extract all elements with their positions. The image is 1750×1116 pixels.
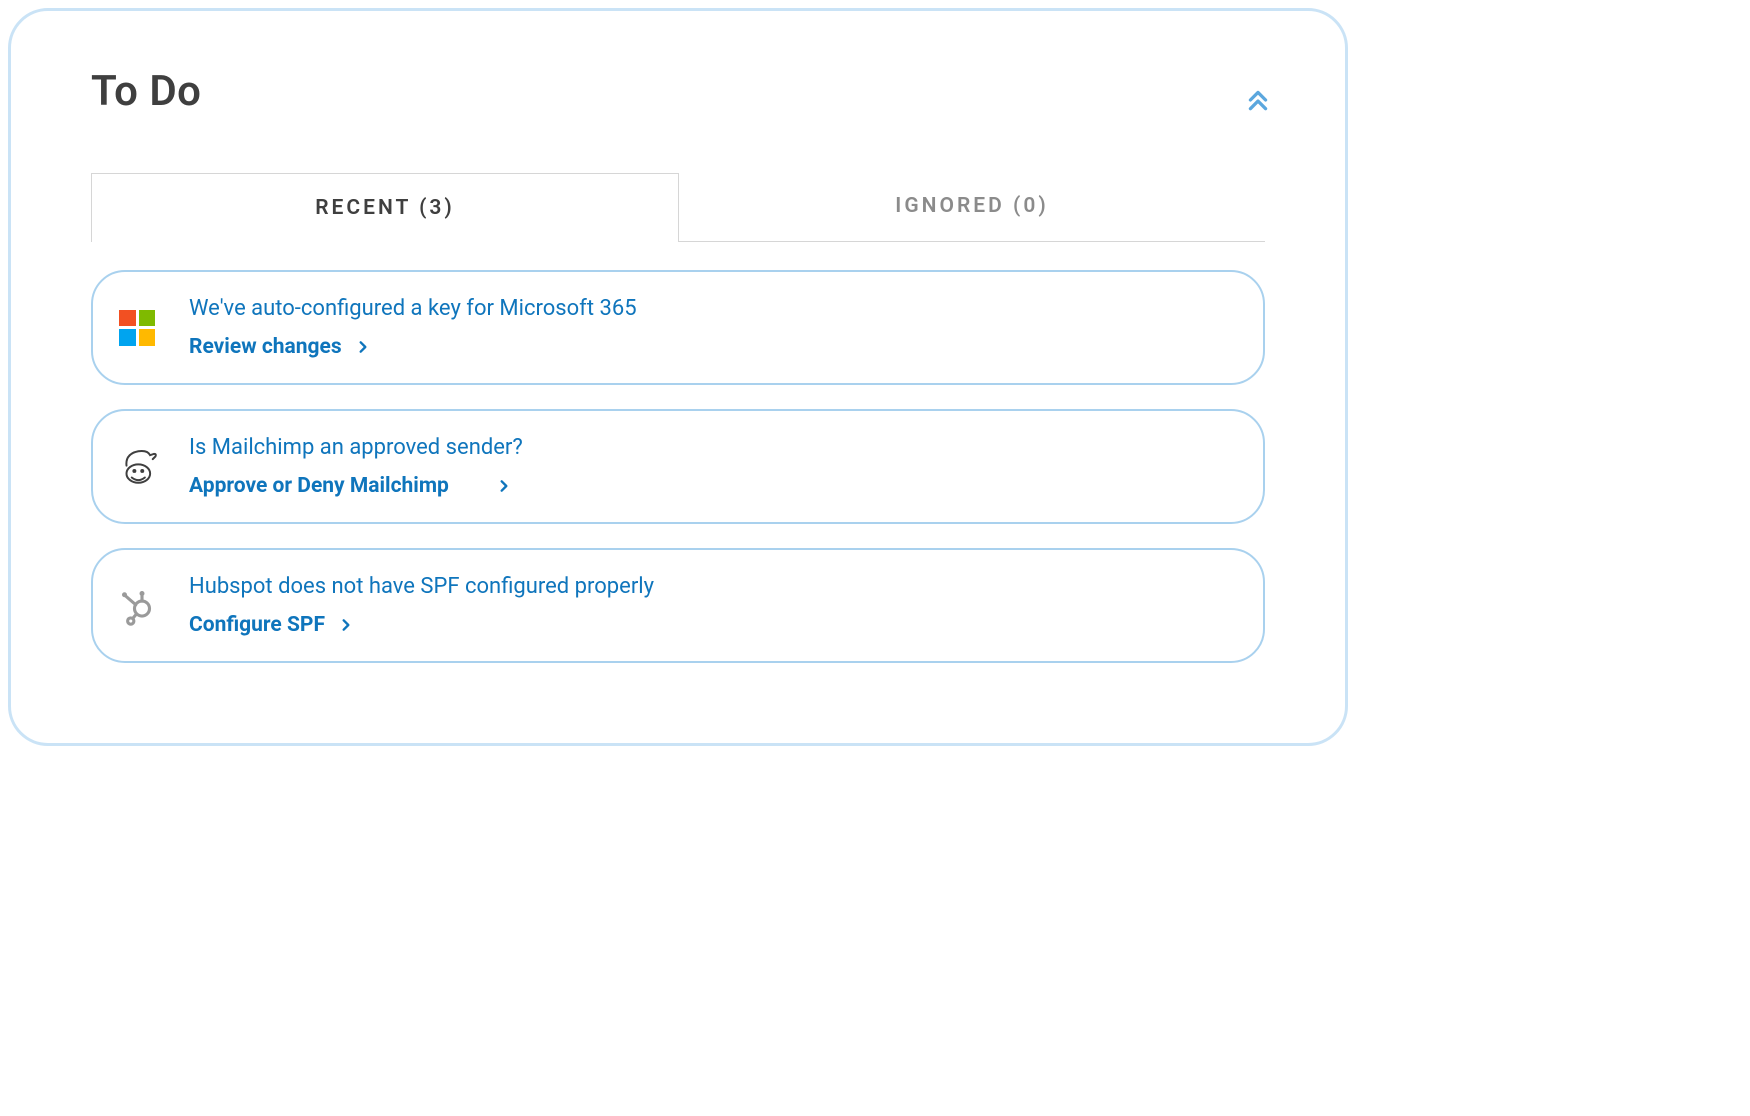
chevron-double-up-icon xyxy=(1245,87,1271,113)
hubspot-logo-icon xyxy=(117,586,157,626)
card-action-link[interactable]: Configure SPF xyxy=(189,613,353,637)
chevron-right-icon xyxy=(497,479,511,493)
collapse-button[interactable] xyxy=(1245,87,1271,113)
card-action-label: Configure SPF xyxy=(189,613,325,637)
card-body: Is Mailchimp an approved sender? Approve… xyxy=(189,435,1241,498)
todo-card[interactable]: We've auto-configured a key for Microsof… xyxy=(91,270,1265,385)
mailchimp-logo-icon xyxy=(116,446,158,488)
card-body: We've auto-configured a key for Microsof… xyxy=(189,296,1241,359)
card-title: Is Mailchimp an approved sender? xyxy=(189,435,1241,460)
card-action-link[interactable]: Review changes xyxy=(189,335,370,359)
card-title: Hubspot does not have SPF configured pro… xyxy=(189,574,1241,599)
card-body: Hubspot does not have SPF configured pro… xyxy=(189,574,1241,637)
tabs: RECENT (3) IGNORED (0) xyxy=(91,172,1265,242)
todo-panel: To Do RECENT (3) IGNORED (0) We've auto-… xyxy=(8,8,1348,746)
chevron-right-icon xyxy=(339,618,353,632)
mailchimp-icon xyxy=(115,445,159,489)
panel-title: To Do xyxy=(91,67,1265,116)
card-action-label: Review changes xyxy=(189,335,342,359)
hubspot-icon xyxy=(115,584,159,628)
chevron-right-icon xyxy=(356,340,370,354)
todo-card[interactable]: Hubspot does not have SPF configured pro… xyxy=(91,548,1265,663)
todo-card[interactable]: Is Mailchimp an approved sender? Approve… xyxy=(91,409,1265,524)
card-action-link[interactable]: Approve or Deny Mailchimp xyxy=(189,474,511,498)
card-action-label: Approve or Deny Mailchimp xyxy=(189,474,449,498)
card-list: We've auto-configured a key for Microsof… xyxy=(91,270,1265,663)
microsoft-icon xyxy=(115,306,159,350)
tab-ignored[interactable]: IGNORED (0) xyxy=(679,172,1265,241)
tab-recent[interactable]: RECENT (3) xyxy=(91,173,679,242)
card-title: We've auto-configured a key for Microsof… xyxy=(189,296,1241,321)
